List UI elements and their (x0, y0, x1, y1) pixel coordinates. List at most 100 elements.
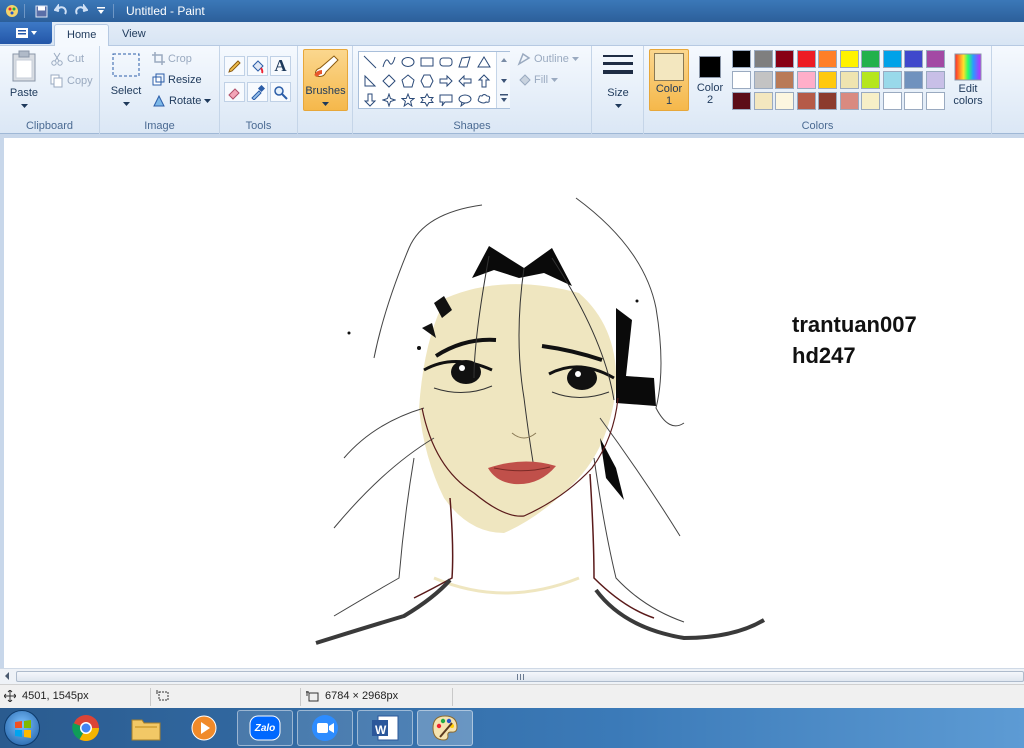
status-separator (452, 688, 453, 706)
horizontal-scrollbar[interactable] (0, 668, 1024, 684)
triangle-shape[interactable] (475, 53, 493, 71)
palette-swatch[interactable] (882, 92, 902, 110)
scrollbar-thumb[interactable] (16, 671, 1024, 682)
shapes-gallery (358, 51, 510, 109)
windows-logo-icon (15, 720, 31, 738)
six-point-star-shape[interactable] (418, 91, 436, 109)
title-bar: Untitled - Paint (0, 0, 1024, 22)
rect-callout-shape[interactable] (437, 91, 455, 109)
palette-swatch[interactable] (796, 71, 816, 89)
curve-shape[interactable] (380, 53, 398, 71)
palette-swatch[interactable] (775, 92, 794, 110)
palette-swatch[interactable] (753, 92, 773, 110)
palette-swatch[interactable] (925, 71, 945, 89)
word-taskbar-item[interactable]: W (357, 710, 413, 746)
zoom-taskbar-item[interactable] (297, 710, 353, 746)
palette-swatch[interactable] (861, 50, 880, 68)
palette-swatch[interactable] (882, 50, 902, 68)
select-button[interactable]: Select (106, 52, 146, 109)
tab-view[interactable]: View (110, 24, 158, 46)
palette-swatch[interactable] (753, 71, 773, 89)
edit-colors-label-2: colors (953, 95, 983, 107)
undo-icon[interactable] (53, 3, 69, 19)
four-point-star-shape[interactable] (380, 91, 398, 109)
paint-taskbar-item[interactable] (417, 710, 473, 746)
start-button[interactable] (4, 710, 40, 746)
paste-button[interactable]: Paste (4, 50, 44, 111)
rounded-rectangle-shape[interactable] (437, 53, 455, 71)
palette-swatch[interactable] (904, 50, 923, 68)
magnifier-tool[interactable] (270, 82, 291, 102)
cut-button[interactable]: Cut (50, 52, 84, 66)
palette-swatch[interactable] (732, 92, 751, 110)
color2-button[interactable]: Color 2 (692, 49, 728, 111)
palette-swatch[interactable] (839, 92, 859, 110)
oval-shape[interactable] (399, 53, 417, 71)
fill-button[interactable]: Fill (517, 73, 559, 87)
save-icon[interactable] (33, 3, 49, 19)
scroll-left-icon[interactable] (3, 671, 11, 684)
polygon-shape[interactable] (456, 53, 474, 71)
rotate-button[interactable]: Rotate (152, 94, 212, 108)
line-shape[interactable] (361, 53, 379, 71)
tab-home[interactable]: Home (54, 24, 110, 47)
palette-swatch[interactable] (925, 50, 945, 68)
crop-button[interactable]: Crop (152, 52, 192, 65)
chrome-taskbar-item[interactable] (58, 710, 114, 746)
left-arrow-shape[interactable] (456, 72, 474, 90)
file-explorer-taskbar-item[interactable] (118, 710, 174, 746)
redo-icon[interactable] (73, 3, 89, 19)
right-arrow-shape[interactable] (437, 72, 455, 90)
brushes-button[interactable]: Brushes (303, 49, 348, 111)
palette-swatch[interactable] (818, 71, 837, 89)
eraser-tool[interactable] (224, 82, 245, 102)
palette-swatch[interactable] (839, 50, 859, 68)
palette-swatch[interactable] (882, 71, 902, 89)
drawing-canvas[interactable]: trantuan007 hd247 (4, 138, 1024, 668)
palette-swatch[interactable] (904, 92, 923, 110)
down-arrow-shape[interactable] (361, 91, 379, 109)
text-tool[interactable]: A (270, 56, 291, 76)
rectangle-shape[interactable] (418, 53, 436, 71)
customize-quick-access-icon[interactable] (93, 3, 109, 19)
palette-swatch[interactable] (732, 71, 751, 89)
zalo-taskbar-item[interactable]: Zalo (237, 710, 293, 746)
palette-swatch[interactable] (839, 71, 859, 89)
pentagon-shape[interactable] (399, 72, 417, 90)
pencil-tool[interactable] (224, 56, 245, 76)
paint-menu-button[interactable] (0, 22, 52, 44)
size-button[interactable]: Size (598, 52, 638, 111)
chevron-down-icon (551, 78, 559, 82)
palette-swatch[interactable] (775, 50, 794, 68)
palette-swatch[interactable] (861, 92, 880, 110)
diamond-shape[interactable] (380, 72, 398, 90)
palette-swatch[interactable] (732, 50, 751, 68)
copy-button[interactable]: Copy (50, 74, 93, 88)
fill-tool[interactable] (247, 56, 268, 76)
palette-swatch[interactable] (861, 71, 880, 89)
media-player-taskbar-item[interactable] (176, 710, 232, 746)
palette-swatch[interactable] (925, 92, 945, 110)
palette-swatch[interactable] (753, 50, 773, 68)
color-picker-tool[interactable] (247, 82, 268, 102)
five-point-star-shape[interactable] (399, 91, 417, 109)
edit-colors-button[interactable]: Edit colors (948, 49, 988, 111)
oval-callout-shape[interactable] (456, 91, 474, 109)
palette-swatch[interactable] (904, 71, 923, 89)
canvas-workspace[interactable]: trantuan007 hd247 (0, 134, 1024, 668)
palette-swatch[interactable] (818, 50, 837, 68)
palette-swatch[interactable] (796, 50, 816, 68)
color1-button[interactable]: Color 1 (649, 49, 689, 111)
palette-swatch[interactable] (775, 71, 794, 89)
up-arrow-shape[interactable] (475, 72, 493, 90)
right-triangle-shape[interactable] (361, 72, 379, 90)
shapes-gallery-scroll[interactable] (496, 52, 510, 108)
palette-swatch[interactable] (796, 92, 816, 110)
palette-swatch[interactable] (818, 92, 837, 110)
left-arrow-icon (458, 74, 472, 88)
cloud-callout-shape[interactable] (475, 91, 493, 109)
chevron-down-icon (20, 104, 28, 108)
outline-button[interactable]: Outline (517, 52, 579, 66)
hexagon-shape[interactable] (418, 72, 436, 90)
resize-button[interactable]: Resize (152, 73, 202, 86)
